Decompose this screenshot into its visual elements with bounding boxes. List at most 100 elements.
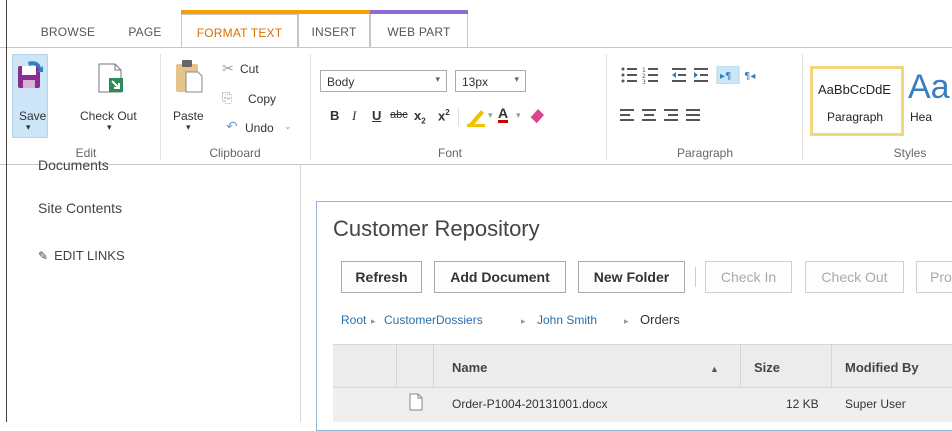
nav-link-documents[interactable]: Documents [38,160,109,170]
superscript-icon[interactable]: x2 [438,108,450,123]
chevron-down-icon[interactable]: ▾ [488,110,493,121]
add-document-button[interactable]: Add Document [434,261,566,293]
underline-icon[interactable]: U [372,108,381,123]
ribbon: Save ▾ Check Out ▾ Edit Paste ▾ ✂ Cut ⎘ … [0,47,952,165]
ribbon-tab-bar: BROWSE PAGE FORMAT TEXT INSERT WEB PART [0,0,952,48]
nav-documents-label: Documents [38,160,109,170]
font-size-value: 13px [462,75,489,89]
italic-icon[interactable]: I [352,108,356,124]
style-paragraph[interactable]: AaBbCcDdE Paragraph [810,66,904,136]
edit-links-button[interactable]: ✎ EDIT LINKS [38,248,125,263]
font-size-select[interactable]: 13px ▾ [455,70,526,92]
style-heading-sample: Aa [908,68,950,106]
column-divider [740,344,741,388]
paste-button[interactable]: Paste [173,109,204,123]
column-header-name[interactable]: Name [452,360,487,375]
increase-indent-icon [694,68,708,82]
check-out-icon [98,63,123,93]
chevron-down-icon[interactable]: ▾ [107,122,112,133]
bullet-list-icon [621,67,637,83]
clear-format-icon[interactable] [527,106,547,126]
subscript-icon[interactable]: x2 [414,108,426,126]
font-name-value: Body [327,75,355,89]
cut-button[interactable]: Cut [240,62,259,76]
svg-text:3: 3 [642,79,646,84]
sort-ascending-icon[interactable]: ▲ [710,364,719,374]
nav-divider [300,165,301,422]
copy-icon: ⎘ [222,90,233,105]
chevron-right-icon: ▸ [521,316,526,326]
font-name-select[interactable]: Body ▾ [320,70,447,92]
align-left-icon [620,109,634,121]
file-name-link[interactable]: Order-P1004-20131001.docx [452,397,607,411]
properties-button[interactable]: Pro [916,261,952,293]
tab-web-part[interactable]: WEB PART [370,14,468,48]
svg-text:¶◂: ¶◂ [744,71,755,82]
check-out-button[interactable]: Check Out [80,109,137,123]
breadcrumb-current: Orders [640,312,680,327]
alignment-tools [620,109,700,121]
page-left-border [6,0,7,422]
highlight-icon[interactable] [465,106,487,128]
font-group-label: Font [437,146,462,160]
toolbar-divider [695,267,696,287]
column-divider [433,344,434,388]
bold-icon[interactable]: B [330,108,339,123]
document-icon [409,393,423,411]
group-divider [310,54,311,160]
style-sample-text: AaBbCcDdE [818,82,891,97]
decrease-indent-icon [672,68,686,82]
paste-icon [176,60,203,93]
breadcrumb-customerdossiers[interactable]: CustomerDossiers [384,313,483,327]
tab-browse[interactable]: BROWSE [28,14,108,48]
column-divider [396,344,397,388]
paragraph-group-label: Paragraph [676,146,734,160]
chevron-down-icon: ▾ [435,74,440,84]
tab-insert[interactable]: INSERT [298,14,370,48]
save-label: Save [19,109,47,123]
list-indent-tools: 123 ▸¶ ¶◂ [621,66,755,84]
align-center-icon [642,109,656,121]
ltr-icon: ▸¶ [720,71,731,82]
undo-button[interactable]: Undo [245,121,274,135]
style-name-text: Paragraph [827,110,884,124]
save-icon [18,61,43,88]
chevron-right-icon: ▸ [624,316,629,326]
webpart-title: Customer Repository [333,216,540,241]
divider [458,108,459,126]
breadcrumb-john-smith[interactable]: John Smith [537,313,597,327]
group-divider [802,54,803,160]
group-divider [160,54,161,160]
new-folder-button[interactable]: New Folder [578,261,685,293]
chevron-right-icon: ▸ [371,316,376,326]
chevron-down-icon[interactable]: ▾ [186,122,191,133]
tab-page[interactable]: PAGE [116,14,174,48]
tab-format-text[interactable]: FORMAT TEXT [181,14,298,48]
pencil-icon: ✎ [38,249,49,263]
chevron-down-icon[interactable]: ▾ [516,110,521,121]
style-heading[interactable]: Aa Hea [906,66,952,136]
align-right-icon [664,109,678,121]
file-modified-by: Super User [845,397,906,411]
edit-links-label: EDIT LINKS [54,248,125,263]
style-heading-name: Hea [910,110,933,124]
group-divider [606,54,607,160]
styles-group-label: Styles [893,146,927,160]
check-out-toolbar-button[interactable]: Check Out [805,261,904,293]
column-header-modified-by[interactable]: Modified By [845,360,919,375]
copy-button[interactable]: Copy [248,92,276,106]
strikethrough-icon[interactable]: abc [390,109,408,121]
refresh-button[interactable]: Refresh [341,261,422,293]
font-color-icon[interactable]: A [498,106,509,123]
chevron-down-icon[interactable]: ▾ [26,122,31,133]
edit-group-label: Edit [75,146,97,160]
check-in-button[interactable]: Check In [705,261,792,293]
justify-icon [686,109,700,121]
chevron-down-icon: ▾ [514,74,519,84]
breadcrumb-root[interactable]: Root [341,313,366,327]
svg-text:▸¶: ▸¶ [720,71,731,82]
nav-link-site-contents[interactable]: Site Contents [38,200,122,216]
column-header-size[interactable]: Size [754,360,780,375]
clipboard-group-label: Clipboard [209,146,261,160]
chevron-down-icon[interactable]: ⌄ [284,121,292,132]
